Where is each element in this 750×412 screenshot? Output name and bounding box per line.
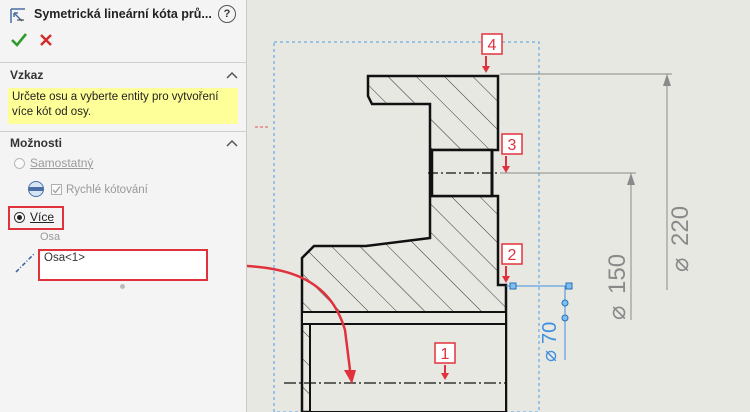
separator	[0, 131, 246, 132]
chevron-up-icon[interactable]	[226, 71, 238, 79]
message-section-heading[interactable]: Vzkaz	[10, 68, 43, 82]
dimension-70-value: 70	[539, 322, 561, 344]
radio-dot	[17, 215, 22, 220]
separator	[0, 62, 246, 63]
dimension-handle[interactable]	[565, 282, 573, 290]
dimension-150-symbol: ⌀	[604, 306, 631, 320]
multiple-label[interactable]: Více	[30, 210, 54, 224]
marker-2-label: 2	[508, 247, 517, 264]
dimension-220-group[interactable]: ⌀ 220	[667, 206, 694, 272]
chevron-up-icon[interactable]	[226, 139, 238, 147]
dimension-70-group[interactable]: ⌀ 70	[539, 322, 561, 362]
axis-label: Osa	[40, 231, 61, 243]
dimension-handle[interactable]	[509, 282, 517, 290]
drawing-canvas[interactable]: ⌀ 220 ⌀ 150 ⌀ 70 4 3 2 1	[247, 0, 750, 412]
dimension-70-symbol: ⌀	[539, 350, 561, 362]
options-section-heading[interactable]: Možnosti	[10, 136, 62, 150]
marker-4-label: 4	[488, 37, 497, 54]
message-line-1: Určete osu a vyberte entity pro vytvořen…	[12, 91, 219, 103]
panel-title: Symetrická lineární kóta prů...	[34, 7, 212, 21]
check-icon	[52, 186, 61, 194]
resize-handle[interactable]	[120, 284, 125, 289]
dimension-handle[interactable]	[561, 299, 569, 307]
lower-band	[301, 311, 507, 325]
help-icon[interactable]: ?	[218, 5, 236, 23]
ok-check-icon[interactable]	[9, 30, 29, 50]
panel-title-row: Symetrická lineární kóta prů... ?	[0, 0, 246, 30]
standalone-label[interactable]: Samostatný	[30, 156, 93, 170]
dimension-150-group[interactable]: ⌀ 150	[604, 254, 631, 320]
standalone-radio[interactable]	[14, 158, 25, 169]
quick-dimension-checkbox[interactable]	[51, 184, 62, 195]
marker-3-label: 3	[508, 137, 517, 154]
dimension-220-value: 220	[667, 206, 694, 246]
symmetric-linear-dimension-icon	[10, 8, 25, 23]
axis-icon	[15, 253, 35, 273]
message-line-2: více kót od osy.	[12, 106, 92, 118]
dimension-handle[interactable]	[561, 314, 569, 322]
marker-1-label: 1	[441, 346, 450, 363]
cancel-x-icon[interactable]	[36, 30, 56, 50]
property-manager-panel: Symetrická lineární kóta prů... ? Vzkaz …	[0, 0, 247, 412]
message-box: Určete osu a vyberte entity pro vytvořen…	[8, 88, 238, 124]
dimension-150-value: 150	[604, 254, 631, 294]
axis-selection-value[interactable]: Osa<1>	[44, 252, 85, 264]
lower-bore	[309, 323, 507, 412]
multiple-radio[interactable]	[14, 212, 25, 223]
quick-dimension-label[interactable]: Rychlé kótování	[66, 184, 148, 196]
quick-dimension-icon	[28, 181, 44, 197]
dimension-220-symbol: ⌀	[667, 258, 694, 272]
